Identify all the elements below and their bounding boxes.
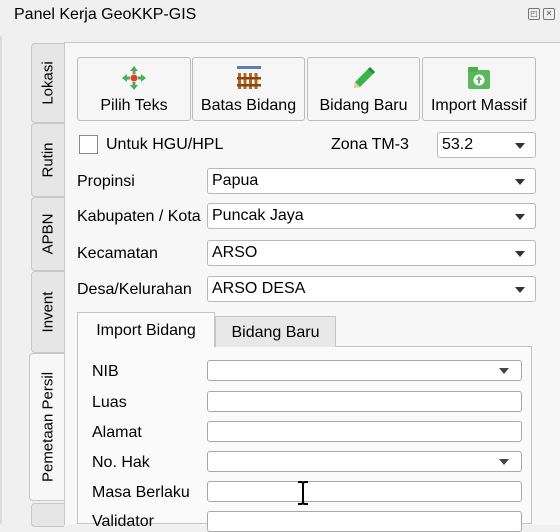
zona-value: 53.2: [442, 136, 474, 153]
bidang-baru-label: Bidang Baru: [319, 97, 408, 114]
no-hak-label: No. Hak: [92, 454, 150, 471]
fence-icon: [236, 66, 261, 89]
kabupaten-label: Kabupaten / Kota: [77, 208, 201, 225]
masa-berlaku-label: Masa Berlaku: [92, 484, 190, 501]
text-cursor-icon: [298, 481, 308, 505]
side-tab-label: Pemetaan Persil: [39, 371, 56, 483]
tab-bidang-baru-label: Bidang Baru: [231, 324, 320, 341]
zona-select[interactable]: 53.2: [437, 132, 536, 158]
desa-value: ARSO DESA: [212, 280, 306, 297]
validator-label: Validator: [92, 513, 154, 530]
side-tab-label: APBN: [39, 213, 57, 255]
side-tab-invent[interactable]: Invent: [31, 271, 64, 353]
tab-bidang-baru[interactable]: Bidang Baru: [215, 316, 336, 347]
no-hak-select[interactable]: [207, 451, 522, 472]
kecamatan-label: Kecamatan: [77, 245, 158, 262]
import-icon: [468, 67, 490, 89]
float-icon[interactable]: ◰: [528, 8, 540, 20]
frame-divider: [0, 36, 2, 524]
zona-label: Zona TM-3: [331, 136, 409, 153]
chevron-down-icon: [499, 368, 509, 374]
side-tab-lokasi[interactable]: Lokasi: [31, 43, 64, 123]
luas-input[interactable]: [207, 391, 522, 412]
chevron-down-icon: [515, 287, 525, 293]
nib-select[interactable]: [207, 360, 522, 381]
validator-input[interactable]: [207, 511, 522, 532]
pilih-teks-button[interactable]: Pilih Teks: [77, 57, 191, 121]
side-tab-pemetaan-persil[interactable]: Pemetaan Persil: [29, 353, 65, 501]
hgu-label: Untuk HGU/HPL: [106, 136, 224, 153]
side-tab-label: Rutin: [39, 142, 57, 178]
nib-label: NIB: [92, 363, 119, 380]
batas-bidang-button[interactable]: Batas Bidang: [192, 57, 305, 121]
desa-select[interactable]: ARSO DESA: [207, 276, 536, 302]
chevron-down-icon: [515, 179, 525, 185]
pilih-teks-label: Pilih Teks: [100, 97, 168, 114]
propinsi-label: Propinsi: [77, 173, 135, 190]
chevron-down-icon: [515, 214, 525, 220]
panel-title: Panel Kerja GeoKKP-GIS: [14, 6, 197, 23]
side-tab-more[interactable]: [31, 503, 64, 527]
alamat-input[interactable]: [207, 421, 522, 442]
tab-import-bidang-label: Import Bidang: [96, 322, 196, 339]
hgu-checkbox[interactable]: [79, 135, 98, 154]
pencil-icon: [353, 67, 375, 88]
side-tab-rutin[interactable]: Rutin: [31, 123, 64, 197]
panel-title-bar: Panel Kerja GeoKKP-GIS ◰ ✕: [0, 0, 560, 32]
side-tab-label: Lokasi: [39, 61, 57, 105]
bidang-baru-button[interactable]: Bidang Baru: [307, 57, 420, 121]
import-massif-label: Import Massif: [430, 97, 527, 114]
side-tab-label: Invent: [39, 291, 57, 333]
close-icon[interactable]: ✕: [543, 8, 555, 20]
chevron-down-icon: [499, 459, 509, 465]
tab-import-bidang[interactable]: Import Bidang: [77, 312, 215, 347]
propinsi-select[interactable]: Papua: [207, 168, 536, 194]
kecamatan-select[interactable]: ARSO: [207, 240, 536, 266]
batas-bidang-label: Batas Bidang: [200, 97, 297, 114]
side-tab-apbn[interactable]: APBN: [31, 197, 64, 271]
propinsi-value: Papua: [212, 172, 259, 189]
kabupaten-select[interactable]: Puncak Jaya: [207, 203, 536, 229]
alamat-label: Alamat: [92, 424, 142, 441]
target-icon: [122, 66, 146, 90]
chevron-down-icon: [515, 251, 525, 257]
luas-label: Luas: [92, 394, 127, 411]
import-massif-button[interactable]: Import Massif: [422, 57, 536, 121]
kabupaten-value: Puncak Jaya: [212, 207, 304, 224]
kecamatan-value: ARSO: [212, 244, 258, 261]
chevron-down-icon: [515, 143, 525, 149]
desa-label: Desa/Kelurahan: [77, 281, 192, 298]
masa-berlaku-input[interactable]: [207, 481, 522, 502]
